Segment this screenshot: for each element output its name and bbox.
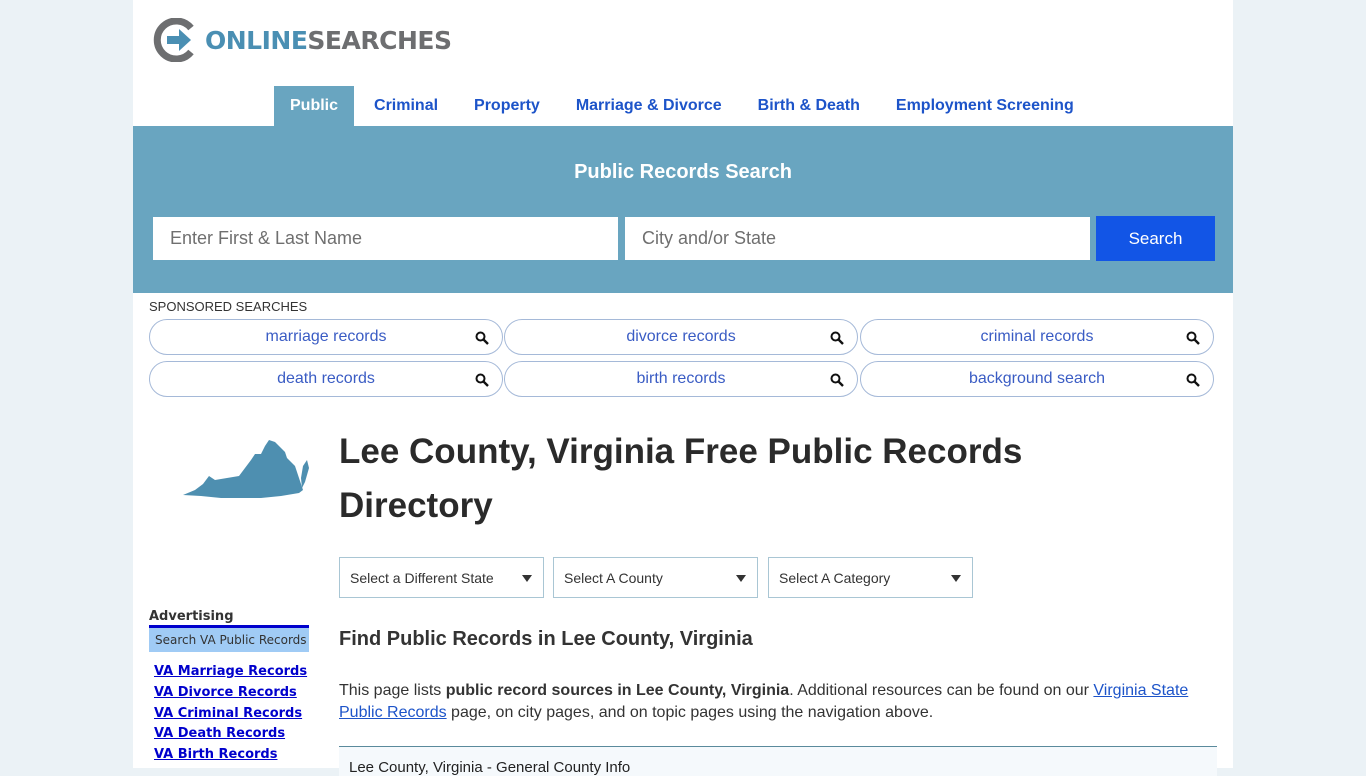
sponsored-death-records[interactable]: death records [149, 361, 503, 397]
search-hero: Public Records Search Search [133, 126, 1233, 293]
search-icon [475, 373, 489, 387]
nav-property[interactable]: Property [458, 86, 556, 126]
state-select-value: Select a Different State [350, 570, 494, 586]
sponsored-divorce-records[interactable]: divorce records [504, 319, 858, 355]
county-info-section: Lee County, Virginia - General County In… [339, 746, 1217, 776]
sponsored-searches-label: SPONSORED SEARCHES [149, 299, 308, 314]
search-icon [830, 373, 844, 387]
logo-icon [153, 18, 194, 62]
logo-text-online: ONLINE [205, 25, 308, 55]
intro-bold: public record sources in Lee County, Vir… [445, 682, 790, 699]
search-icon [1186, 373, 1200, 387]
sidebar-link-death[interactable]: VA Death Records [154, 724, 307, 745]
sponsored-background-search[interactable]: background search [860, 361, 1214, 397]
intro-text: page, on city pages, and on topic pages … [446, 704, 934, 721]
sidebar-link-criminal[interactable]: VA Criminal Records [154, 704, 307, 725]
search-icon [830, 331, 844, 345]
search-title: Public Records Search [574, 161, 792, 183]
sidebar-link-divorce[interactable]: VA Divorce Records [154, 683, 307, 704]
sponsored-birth-records[interactable]: birth records [504, 361, 858, 397]
category-select-value: Select A Category [779, 570, 891, 586]
section-subtitle: Find Public Records in Lee County, Virgi… [339, 628, 753, 650]
sidebar-link-marriage[interactable]: VA Marriage Records [154, 662, 307, 683]
state-select[interactable]: Select a Different State [339, 557, 544, 598]
category-select[interactable]: Select A Category [768, 557, 973, 598]
sidebar-ad-links: VA Marriage Records VA Divorce Records V… [154, 662, 307, 766]
site-logo[interactable]: ONLINESEARCHES [153, 18, 452, 62]
county-select[interactable]: Select A County [553, 557, 758, 598]
sponsored-marriage-records[interactable]: marriage records [149, 319, 503, 355]
virginia-map-icon [183, 440, 309, 498]
nav-marriage-divorce[interactable]: Marriage & Divorce [560, 86, 738, 126]
county-select-value: Select A County [564, 570, 663, 586]
name-input[interactable] [153, 217, 618, 260]
nav-birth-death[interactable]: Birth & Death [742, 86, 876, 126]
pill-label: birth records [636, 370, 726, 387]
nav-public[interactable]: Public [274, 86, 355, 126]
pill-label: divorce records [626, 328, 736, 345]
search-button[interactable]: Search [1096, 216, 1215, 261]
pill-label: background search [968, 370, 1106, 387]
intro-paragraph: This page lists public record sources in… [339, 680, 1219, 724]
nav-criminal[interactable]: Criminal [358, 86, 454, 126]
page-title: Lee County, Virginia Free Public Records… [339, 432, 1023, 525]
page-container: ONLINESEARCHES Public Criminal Property … [133, 0, 1233, 776]
main-nav: Public Criminal Property Marriage & Divo… [274, 86, 1094, 126]
advertising-label: Advertising [149, 609, 234, 624]
nav-employment-screening[interactable]: Employment Screening [880, 86, 1090, 126]
chevron-down-icon [951, 575, 961, 582]
pill-label: criminal records [980, 328, 1094, 345]
location-input[interactable] [625, 217, 1090, 260]
intro-text: This page lists [339, 682, 446, 699]
intro-text: . Additional resources can be found on o… [789, 682, 1094, 699]
sponsored-criminal-records[interactable]: criminal records [860, 319, 1214, 355]
search-icon [1186, 331, 1200, 345]
sidebar-link-birth[interactable]: VA Birth Records [154, 745, 307, 766]
search-icon [475, 331, 489, 345]
pill-label: marriage records [265, 328, 387, 345]
ad-box-heading: Search VA Public Records [149, 625, 309, 652]
chevron-down-icon [522, 575, 532, 582]
logo-text-searches: SEARCHES [307, 25, 452, 55]
chevron-down-icon [736, 575, 746, 582]
pill-label: death records [277, 370, 375, 387]
